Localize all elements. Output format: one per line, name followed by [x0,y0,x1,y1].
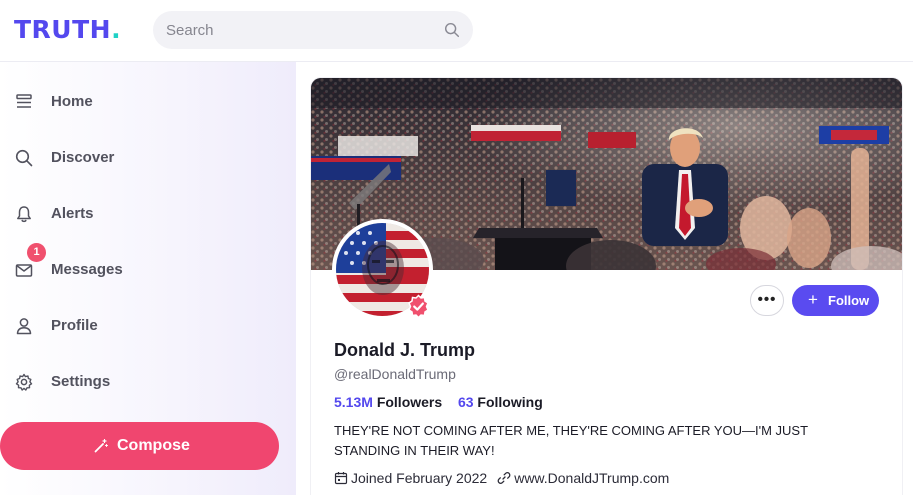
verified-badge-icon [408,294,429,319]
link-icon [497,472,511,484]
profile-bio: THEY'RE NOT COMING AFTER ME, THEY'RE COM… [334,423,808,458]
home-icon [16,94,32,108]
profile-name: Donald J. Trump [334,340,476,360]
following-label: Following [477,394,543,410]
calendar-icon [334,472,348,485]
sidebar-item-label: Alerts [51,205,94,222]
compose-label: Compose [117,437,190,454]
unread-badge: 1 [27,243,46,262]
sidebar-item-label: Home [51,93,93,110]
profile-handle: @realDonaldTrump [334,366,456,382]
sidebar-item-settings[interactable]: Settings [0,362,270,402]
sidebar-item-messages[interactable]: 1 Messages [0,243,270,290]
following-link[interactable]: 63 Following [458,394,543,410]
profile-card: ••• + Follow Donald J. Trump @realDonald… [311,78,902,495]
joined-date: Joined February 2022 [351,470,488,486]
followers-link[interactable]: 5.13M Followers [334,394,442,410]
sidebar-item-label: Discover [51,149,115,166]
ellipsis-icon: ••• [757,291,777,308]
sidebar-item-home[interactable]: Home [0,82,270,122]
sidebar-item-alerts[interactable]: Alerts [0,194,270,234]
sidebar-item-label: Messages [51,261,123,278]
plus-icon: + [808,290,818,309]
truth-logo[interactable]: TRUTH. [14,14,121,46]
compose-button[interactable]: Compose [0,422,279,470]
following-count: 63 [457,394,474,410]
gear-icon [15,373,33,391]
user-icon [16,318,32,335]
sidebar: Home Discover Alerts 1 Messages Profile [0,62,296,495]
follow-label: Follow [828,293,870,308]
more-options-button[interactable]: ••• [750,285,784,316]
website-link[interactable]: www.DonaldJTrump.com [514,470,669,486]
sidebar-item-profile[interactable]: Profile [0,306,270,346]
followers-label: Followers [376,394,443,410]
top-bar: TRUTH. [0,0,913,62]
search-input[interactable] [153,11,473,49]
search-icon [15,149,33,167]
magic-wand-icon [94,439,108,453]
sidebar-item-discover[interactable]: Discover [0,138,270,178]
bell-icon [17,206,31,223]
follow-button[interactable]: + Follow [792,285,879,316]
envelope-icon [15,264,33,277]
followers-count: 5.13M [334,394,373,410]
search-box[interactable] [153,11,473,49]
search-icon[interactable] [443,21,461,39]
sidebar-item-label: Settings [51,373,111,390]
sidebar-item-label: Profile [51,317,98,334]
profile-meta: Joined February 2022 www.DonaldJTrump.co… [334,469,669,487]
profile-stats: 5.13M Followers 63 Following [334,393,543,411]
